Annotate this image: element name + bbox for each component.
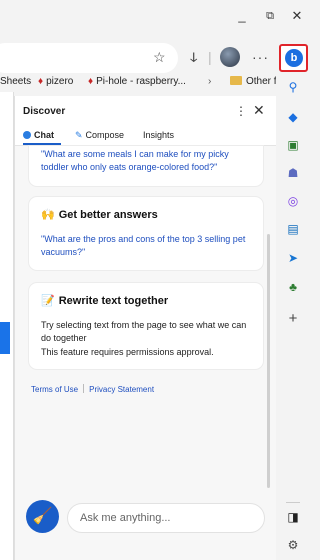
privacy-statement-link[interactable]: Privacy Statement [89,385,154,394]
add-sidebar-item-button[interactable]: + [286,311,300,326]
suggestion-prompt-link[interactable]: "What are the pros and cons of the top 3… [41,233,255,259]
legal-links: Terms of Use Privacy Statement [31,384,154,394]
folder-icon [230,76,242,85]
panel-more-options-button[interactable]: ⋮ [235,104,247,118]
url-field[interactable] [0,43,178,73]
tree-icon[interactable]: ♣ [286,280,300,294]
legal-divider [83,384,85,393]
rail-divider [286,502,300,503]
close-window-button[interactable]: ✕ [287,6,307,26]
settings-gear-icon[interactable]: ⚙ [286,538,300,552]
tab-compose[interactable]: ✎ Compose [75,130,124,141]
card-note: This feature requires permissions approv… [41,347,214,357]
people-icon[interactable]: ☗ [286,166,300,180]
favorites-bar: Sheets ♦ pizero ♦ Pi-hole - raspberry... ›… [0,72,277,92]
ask-input[interactable] [67,503,265,533]
restore-button[interactable]: ⧉ [260,6,280,26]
suggestion-card: 🙌 Get better answers "What are the pros a… [29,197,263,270]
bing-chat-button[interactable]: b [279,44,308,72]
raising-hands-icon: 🙌 [41,209,55,221]
broom-icon: 🧹 [32,508,53,525]
hide-sidebar-icon[interactable]: ◨ [286,510,300,524]
suggestion-prompt-link[interactable]: "What are some meals I can make for my p… [41,148,255,174]
suggestion-card: 📝 Rewrite text together Try selecting tex… [29,283,263,369]
send-icon[interactable]: ➤ [286,251,300,265]
discover-side-panel: Discover ⋮ ✕ Chat ✎ Compose Insights "Wha… [14,96,277,560]
star-add-icon[interactable]: ☆ [153,49,166,66]
shopping-tag-icon[interactable]: ◆ [286,110,300,124]
profile-avatar[interactable] [220,47,240,67]
toolbar-divider: | [208,49,212,65]
card-description: Try selecting text from the page to see … [41,320,247,343]
tab-chat[interactable]: Chat [23,130,54,140]
memo-icon: 📝 [41,295,55,307]
web-page-accent [0,322,10,354]
favorites-overflow-chevron[interactable]: › [208,76,211,87]
favorite-item-sheets[interactable]: Sheets [0,76,31,87]
panel-scrollbar[interactable] [267,234,270,488]
panel-header: Discover ⋮ ✕ Chat ✎ Compose Insights [15,96,277,146]
favorite-item-pizero[interactable]: ♦ pizero [38,76,73,87]
office-icon[interactable]: ◎ [286,194,300,208]
chat-icon [23,131,31,139]
raspberry-icon: ♦ [88,76,94,87]
favorite-folder-other[interactable]: Other f [230,76,277,87]
outlook-icon[interactable]: ▤ [286,222,300,236]
panel-title: Discover [23,106,66,117]
raspberry-icon: ♦ [38,76,44,87]
tab-insights[interactable]: Insights [143,130,174,140]
active-tab-indicator [23,143,61,145]
search-icon[interactable]: ⚲ [286,80,300,94]
title-bar: _ ⧉ ✕ [0,0,312,38]
more-menu-button[interactable]: ··· [252,49,269,65]
extensions-icon[interactable]: ↆ [190,49,197,66]
bing-icon: b [285,49,303,67]
favorite-item-pihole[interactable]: ♦ Pi-hole - raspberry... [88,76,186,87]
tools-icon[interactable]: ▣ [286,138,300,152]
terms-of-use-link[interactable]: Terms of Use [31,385,78,394]
suggestion-card: "What are some meals I can make for my p… [29,146,263,186]
minimize-button[interactable]: _ [232,6,252,26]
card-title: 📝 Rewrite text together [41,295,169,307]
panel-close-button[interactable]: ✕ [253,102,265,119]
card-title: 🙌 Get better answers [41,209,158,221]
compose-icon: ✎ [75,130,83,140]
new-topic-button[interactable]: 🧹 [26,500,59,533]
